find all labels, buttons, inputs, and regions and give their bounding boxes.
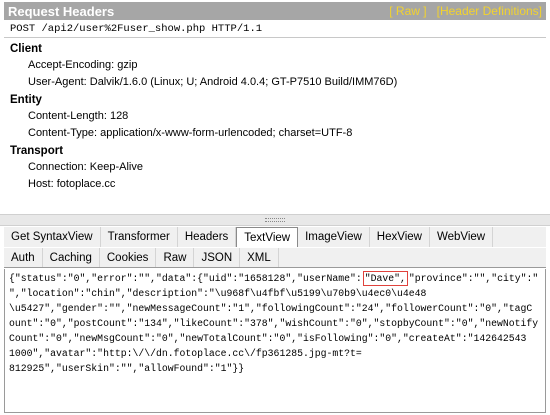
group-title-transport[interactable]: Transport xyxy=(10,143,540,159)
pane-splitter[interactable] xyxy=(0,214,550,226)
tab-headers[interactable]: Headers xyxy=(178,227,237,247)
response-text-view[interactable]: {"status":"0","error":"","data":{"uid":"… xyxy=(4,269,546,413)
text-line: Count":"0","newMsgCount":"0","newTotalCo… xyxy=(9,333,527,344)
request-headers-bar: Request Headers [ Raw ] [Header Definiti… xyxy=(4,2,546,20)
text-line: ount":"0","postCount":"134","likeCount":… xyxy=(9,318,539,329)
group-title-client[interactable]: Client xyxy=(10,41,540,57)
tab-xml[interactable]: XML xyxy=(240,248,279,267)
header-definitions-link[interactable]: [Header Definitions] xyxy=(437,4,542,18)
header-item: Accept-Encoding: gzip xyxy=(28,59,138,71)
header-item: Host: fotoplace.cc xyxy=(28,178,116,190)
response-tabs-row-2: Auth Caching Cookies Raw JSON XML xyxy=(4,248,546,268)
text-line: ","location":"chin","description":"\u968… xyxy=(9,288,427,299)
response-tabs-row-1: Get SyntaxView Transformer Headers TextV… xyxy=(4,227,546,247)
header-group-client: Client Accept-Encoding: gzip User-Agent:… xyxy=(10,41,540,91)
tab-hexview[interactable]: HexView xyxy=(370,227,430,247)
header-group-transport: Transport Connection: Keep-Alive Host: f… xyxy=(10,143,540,193)
splitter-grip-icon xyxy=(265,218,285,222)
tab-caching[interactable]: Caching xyxy=(43,248,100,267)
text-segment: "province":"","city":" xyxy=(408,273,539,284)
header-item: Connection: Keep-Alive xyxy=(28,161,143,173)
tab-webview[interactable]: WebView xyxy=(430,227,494,247)
tab-transformer[interactable]: Transformer xyxy=(101,227,178,247)
tab-get-syntaxview[interactable]: Get SyntaxView xyxy=(4,227,101,247)
header-item: Content-Type: application/x-www-form-url… xyxy=(28,127,353,139)
tab-imageview[interactable]: ImageView xyxy=(298,227,370,247)
header-item: User-Agent: Dalvik/1.6.0 (Linux; U; Andr… xyxy=(28,76,398,88)
request-line: POST /api2/user%2Fuser_show.php HTTP/1.1 xyxy=(4,21,546,38)
text-line: 812925","userSkin":"","allowFound":"1"}} xyxy=(9,363,245,374)
text-line: \u5427","gender":"","newMessageCount":"1… xyxy=(9,303,533,314)
header-item: Content-Length: 128 xyxy=(28,110,129,122)
highlighted-username: "Dave", xyxy=(362,271,408,286)
group-title-entity[interactable]: Entity xyxy=(10,92,540,108)
tab-auth[interactable]: Auth xyxy=(4,248,43,267)
header-tree: Client Accept-Encoding: gzip User-Agent:… xyxy=(10,41,540,194)
request-headers-title: Request Headers xyxy=(8,3,115,19)
header-links: [ Raw ] [Header Definitions] xyxy=(389,4,542,18)
text-segment: {"status":"0","error":"","data":{"uid":"… xyxy=(9,273,362,284)
tab-json[interactable]: JSON xyxy=(194,248,241,267)
tab-textview[interactable]: TextView xyxy=(236,227,299,247)
tab-cookies[interactable]: Cookies xyxy=(100,248,157,267)
text-line: {"status":"0","error":"","data":{"uid":"… xyxy=(9,271,541,286)
raw-link[interactable]: [ Raw ] xyxy=(389,4,426,18)
text-line: 1000","avatar":"http:\/\/dn.fotoplace.cc… xyxy=(9,348,362,359)
header-group-entity: Entity Content-Length: 128 Content-Type:… xyxy=(10,92,540,142)
tab-raw[interactable]: Raw xyxy=(156,248,195,267)
